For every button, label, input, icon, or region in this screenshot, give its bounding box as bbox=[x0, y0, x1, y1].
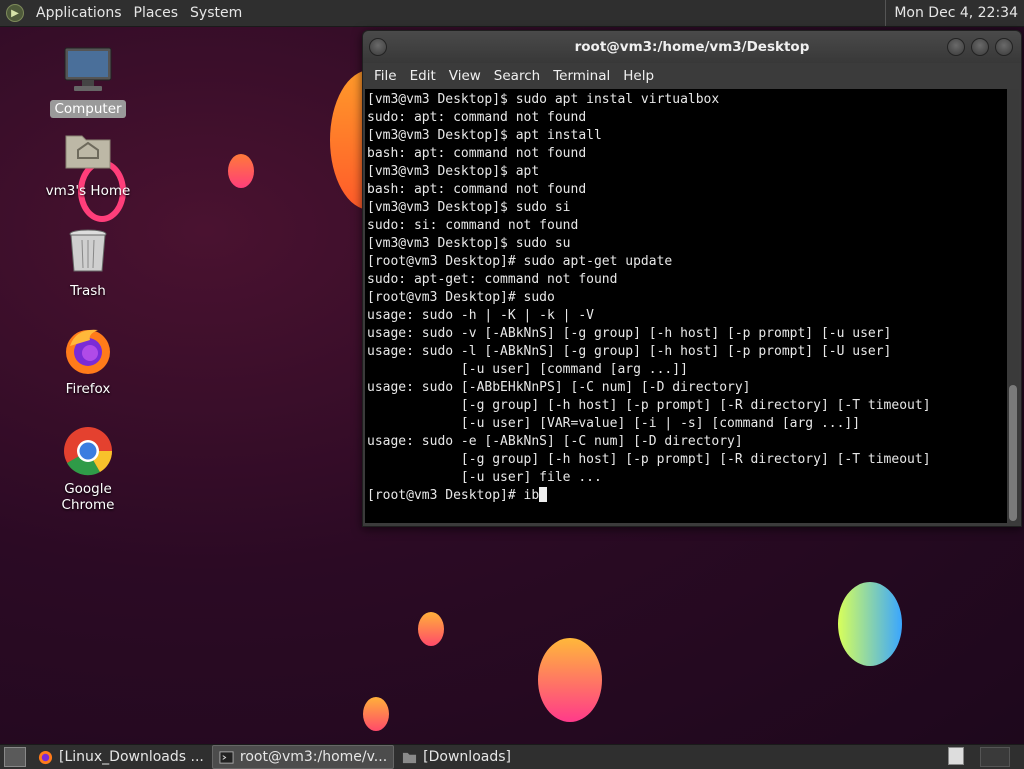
task-label: root@vm3:/home/v... bbox=[239, 749, 388, 765]
desktop-icon-label: Trash bbox=[70, 283, 106, 299]
task-downloads-folder[interactable]: [Downloads] bbox=[396, 746, 517, 768]
clock[interactable]: Mon Dec 4, 22:34 bbox=[885, 0, 1024, 26]
desktop-icon-computer[interactable]: Computer bbox=[33, 46, 143, 118]
menu-file[interactable]: File bbox=[374, 68, 397, 84]
window-menu-button[interactable] bbox=[369, 38, 387, 56]
terminal-line: [-u user] [VAR=value] [-i | -s] [command… bbox=[367, 416, 861, 431]
desktop-icon-chrome[interactable]: Google Chrome bbox=[33, 426, 143, 514]
menu-terminal[interactable]: Terminal bbox=[553, 68, 610, 84]
home-folder-icon bbox=[62, 128, 114, 178]
bottom-panel: [Linux_Downloads ... root@vm3:/home/v...… bbox=[0, 744, 1024, 769]
terminal-line: sudo: apt-get: command not found bbox=[367, 272, 618, 287]
terminal-line: usage: sudo -l [-ABkNnS] [-g group] [-h … bbox=[367, 344, 892, 359]
menu-help[interactable]: Help bbox=[623, 68, 654, 84]
task-terminal[interactable]: root@vm3:/home/v... bbox=[211, 745, 395, 769]
computer-icon bbox=[62, 46, 114, 96]
terminal-line: [-g group] [-h host] [-p prompt] [-R dir… bbox=[367, 398, 931, 413]
terminal-line: usage: sudo [-ABbEHkNnPS] [-C num] [-D d… bbox=[367, 380, 751, 395]
wallpaper-blob bbox=[228, 154, 254, 188]
desktop-icon-label: vm3's Home bbox=[45, 183, 131, 199]
wallpaper-blob bbox=[538, 638, 602, 722]
terminal-prompt: [root@vm3 Desktop]# bbox=[367, 488, 524, 503]
menu-edit[interactable]: Edit bbox=[410, 68, 436, 84]
workspace-switcher-2[interactable] bbox=[980, 747, 1010, 767]
chrome-icon bbox=[62, 426, 114, 476]
terminal-window[interactable]: root@vm3:/home/vm3/Desktop File Edit Vie… bbox=[362, 30, 1022, 527]
maximize-button[interactable] bbox=[971, 38, 989, 56]
terminal-line: usage: sudo -h | -K | -k | -V bbox=[367, 308, 594, 323]
wallpaper-blob bbox=[363, 697, 389, 731]
wallpaper-blob bbox=[838, 582, 902, 666]
show-desktop-button[interactable] bbox=[4, 747, 26, 767]
terminal-line: [vm3@vm3 Desktop]$ sudo apt instal virtu… bbox=[367, 92, 720, 107]
desktop-icon-firefox[interactable]: Firefox bbox=[33, 326, 143, 398]
minimize-button[interactable] bbox=[947, 38, 965, 56]
terminal-output[interactable]: [vm3@vm3 Desktop]$ sudo apt instal virtu… bbox=[365, 89, 1007, 523]
workspace-switcher-1[interactable] bbox=[948, 747, 964, 765]
firefox-icon bbox=[38, 750, 53, 764]
menu-view[interactable]: View bbox=[449, 68, 481, 84]
terminal-line: [root@vm3 Desktop]# sudo apt-get update bbox=[367, 254, 673, 269]
menu-system[interactable]: System bbox=[190, 5, 242, 21]
folder-icon bbox=[403, 752, 417, 763]
window-title: root@vm3:/home/vm3/Desktop bbox=[574, 39, 810, 55]
terminal-line: bash: apt: command not found bbox=[367, 182, 587, 197]
terminal-line: [vm3@vm3 Desktop]$ sudo si bbox=[367, 200, 571, 215]
desktop-icon-label: Firefox bbox=[65, 381, 111, 397]
terminal-line: [-g group] [-h host] [-p prompt] [-R dir… bbox=[367, 452, 931, 467]
top-panel: ▶ Applications Places System Mon Dec 4, … bbox=[0, 0, 1024, 27]
task-label: [Downloads] bbox=[423, 749, 511, 765]
terminal-input[interactable]: ib bbox=[524, 488, 540, 503]
menu-search[interactable]: Search bbox=[494, 68, 540, 84]
terminal-line: [-u user] file ... bbox=[367, 470, 602, 485]
terminal-line: [vm3@vm3 Desktop]$ apt bbox=[367, 164, 540, 179]
terminal-icon bbox=[219, 750, 234, 764]
wallpaper-blob bbox=[418, 612, 444, 646]
scrollbar-thumb[interactable] bbox=[1009, 385, 1017, 521]
terminal-prompt-line[interactable]: [root@vm3 Desktop]# ib bbox=[367, 487, 1007, 505]
terminal-line: [vm3@vm3 Desktop]$ apt install bbox=[367, 128, 602, 143]
text-cursor bbox=[539, 487, 548, 502]
terminal-line: [-u user] [command [arg ...]] bbox=[367, 362, 688, 377]
terminal-titlebar[interactable]: root@vm3:/home/vm3/Desktop bbox=[363, 31, 1021, 63]
terminal-line: sudo: apt: command not found bbox=[367, 110, 587, 125]
desktop-icon-home[interactable]: vm3's Home bbox=[33, 128, 143, 200]
close-button[interactable] bbox=[995, 38, 1013, 56]
menu-applications[interactable]: Applications bbox=[36, 5, 122, 21]
terminal-line: sudo: si: command not found bbox=[367, 218, 579, 233]
terminal-lines: [vm3@vm3 Desktop]$ sudo apt instal virtu… bbox=[367, 91, 1007, 487]
trash-icon bbox=[62, 228, 114, 278]
terminal-scrollbar[interactable] bbox=[1007, 89, 1019, 523]
distro-logo-icon[interactable]: ▶ bbox=[6, 4, 24, 22]
task-label: [Linux_Downloads ... bbox=[59, 749, 204, 765]
desktop-icon-trash[interactable]: Trash bbox=[33, 228, 143, 300]
task-firefox-downloads[interactable]: [Linux_Downloads ... bbox=[32, 746, 210, 768]
terminal-line: [vm3@vm3 Desktop]$ sudo su bbox=[367, 236, 571, 251]
firefox-icon bbox=[62, 326, 114, 376]
desktop-icon-label: Google Chrome bbox=[61, 481, 115, 513]
terminal-line: usage: sudo -e [-ABkNnS] [-C num] [-D di… bbox=[367, 434, 743, 449]
terminal-line: usage: sudo -v [-ABkNnS] [-g group] [-h … bbox=[367, 326, 892, 341]
terminal-line: bash: apt: command not found bbox=[367, 146, 587, 161]
terminal-menubar: File Edit View Search Terminal Help bbox=[363, 63, 1021, 89]
terminal-line: [root@vm3 Desktop]# sudo bbox=[367, 290, 555, 305]
desktop-icon-label: Computer bbox=[50, 100, 126, 118]
menu-places[interactable]: Places bbox=[134, 5, 179, 21]
